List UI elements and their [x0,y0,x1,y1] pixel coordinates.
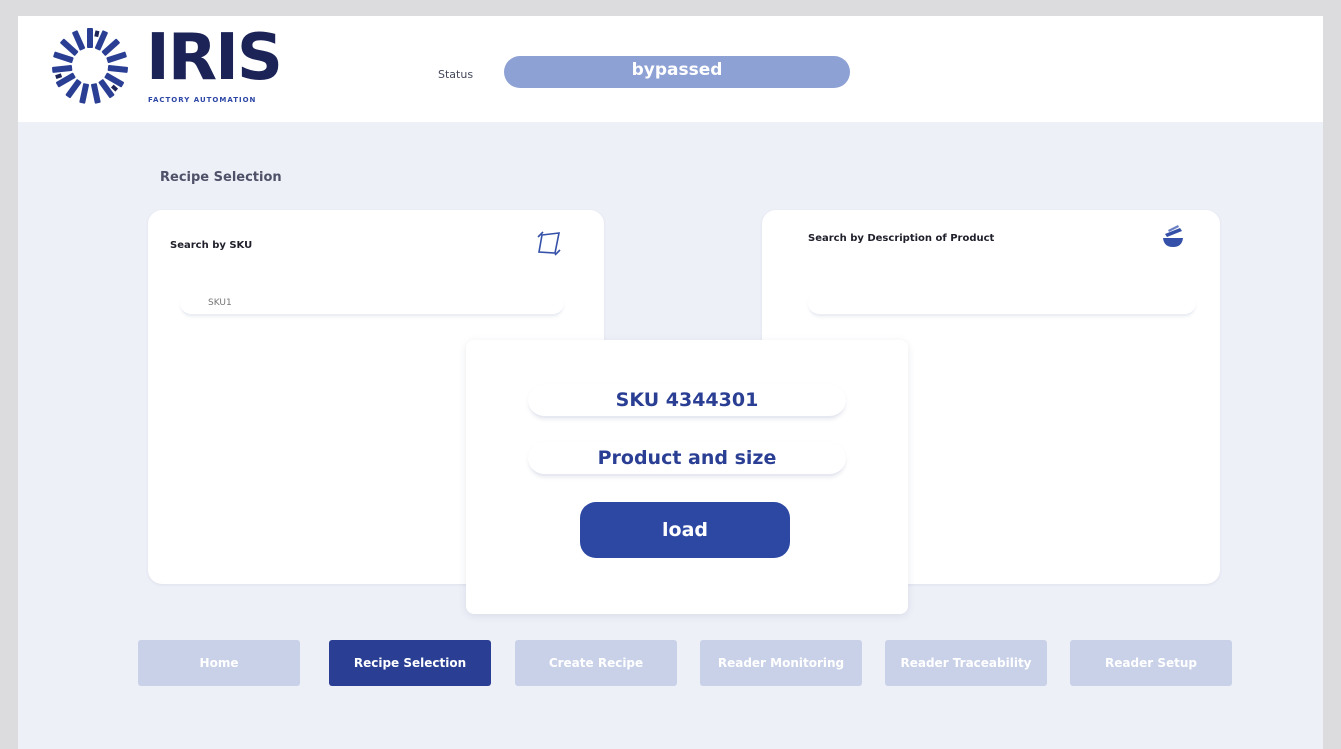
brand-subtitle: FACTORY AUTOMATION [148,96,257,104]
product-size-field[interactable]: Product and size [528,442,846,476]
sku-search-title: Search by SKU [170,240,253,251]
selected-sku-field[interactable]: SKU 4344301 [528,384,846,418]
description-search-input[interactable] [808,292,1196,316]
nav-home[interactable]: Home [138,640,300,686]
stacked-bowls-icon[interactable] [1158,222,1188,252]
app-frame: IRIS FACTORY AUTOMATION Status bypassed … [18,16,1323,749]
header-bar: IRIS FACTORY AUTOMATION Status bypassed [18,16,1323,122]
bottom-nav: Home Recipe Selection Create Recipe Read… [138,640,1238,686]
iris-sunburst-icon [51,28,129,104]
nav-reader-traceability[interactable]: Reader Traceability [885,640,1047,686]
nav-reader-monitoring[interactable]: Reader Monitoring [700,640,862,686]
description-search-title: Search by Description of Product [808,233,995,244]
status-badge: bypassed [504,56,850,88]
recipe-load-dialog: SKU 4344301 Product and size load [466,340,908,614]
sku-search-input[interactable] [180,292,564,316]
nav-recipe-selection[interactable]: Recipe Selection [329,640,491,686]
status-label: Status [438,68,474,81]
scan-frame-icon[interactable] [534,228,564,258]
nav-create-recipe[interactable]: Create Recipe [515,640,677,686]
load-button[interactable]: load [580,502,790,558]
brand-logo-text: IRIS [146,21,283,95]
page-title: Recipe Selection [160,170,282,185]
nav-reader-setup[interactable]: Reader Setup [1070,640,1232,686]
